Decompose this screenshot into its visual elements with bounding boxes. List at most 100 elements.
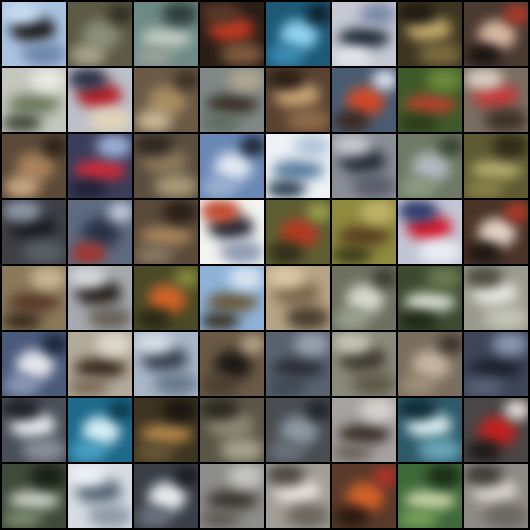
image-blob [68,68,108,90]
thumbnail-image [200,134,264,198]
thumbnail-image [398,200,462,264]
image-blob [398,114,438,132]
image-blob [202,374,238,396]
image-blob [88,306,132,330]
image-blob [268,242,304,264]
image-blob [200,510,240,528]
thumbnail-image [134,464,198,528]
image-blob [266,464,306,486]
thumbnail-image [134,68,198,132]
image-blob [70,242,106,264]
image-blob [136,308,172,330]
image-blob [2,200,42,222]
thumbnail-image [266,134,330,198]
thumbnail-image [2,200,66,264]
thumbnail-image [464,2,528,66]
image-blob [466,440,502,462]
image-blob [332,246,372,264]
thumbnail-image [464,200,528,264]
image-blob [2,510,42,528]
image-blob [268,440,304,462]
image-blob [426,68,462,92]
image-blob [136,110,172,132]
image-blob [338,424,390,444]
image-blob [200,200,240,222]
image-blob [68,378,108,396]
image-blob [398,2,438,24]
thumbnail-image [68,464,132,528]
image-blob [220,438,264,462]
image-blob [220,240,264,264]
thumbnail-image [68,68,132,132]
image-blob [504,202,528,222]
image-blob [470,160,522,180]
image-blob [372,268,396,288]
image-blob [174,70,198,90]
image-blob [108,202,132,222]
image-blob [352,174,396,198]
thumbnail-image [332,464,396,528]
image-blob [206,490,258,510]
image-blob [96,134,132,158]
image-blob [306,4,330,24]
image-blob [70,44,106,66]
image-blob [2,312,42,330]
image-blob [228,68,264,92]
image-blob [8,94,60,114]
image-blob [338,226,390,246]
thumbnail-image [332,266,396,330]
image-blob [398,200,438,222]
thumbnail-image [332,2,396,66]
image-blob [200,312,240,330]
image-blob [372,466,396,486]
image-blob [140,424,192,444]
thumbnail-image [2,398,66,462]
image-blob [74,160,126,180]
thumbnail-image [398,134,462,198]
image-blob [484,108,528,132]
thumbnail-image [134,398,198,462]
image-blob [360,398,396,422]
thumbnail-image [134,332,198,396]
image-blob [22,240,66,264]
image-blob [134,444,174,462]
image-blob [332,134,372,156]
image-blob [400,374,436,396]
thumbnail-image [200,2,264,66]
image-blob [372,70,396,90]
image-blob [240,136,264,156]
thumbnail-image [2,2,66,66]
image-blob [88,108,132,132]
image-blob [464,180,504,198]
thumbnail-image [68,332,132,396]
thumbnail-image [266,398,330,462]
thumbnail-image [200,332,264,396]
image-blob [286,306,330,330]
image-blob [400,176,436,198]
image-blob [334,308,370,330]
image-blob [30,266,66,290]
thumbnail-image [2,68,66,132]
thumbnail-image [398,332,462,396]
thumbnail-image [134,200,198,264]
image-blob [438,136,462,156]
thumbnail-image [332,68,396,132]
image-blob [360,2,396,26]
image-blob [464,464,504,486]
image-blob [338,28,390,48]
image-blob [334,110,370,132]
image-blob [306,400,330,420]
image-blob [22,438,66,462]
image-blob [162,2,198,26]
image-blob [2,114,42,132]
thumbnail-image [266,266,330,330]
image-blob [426,266,462,290]
image-blob [492,134,528,158]
thumbnail-image [464,398,528,462]
image-blob [8,292,60,312]
image-blob [2,2,42,24]
thumbnail-image [332,398,396,462]
thumbnail-image [332,200,396,264]
image-blob [404,94,456,114]
thumbnail-image [398,266,462,330]
